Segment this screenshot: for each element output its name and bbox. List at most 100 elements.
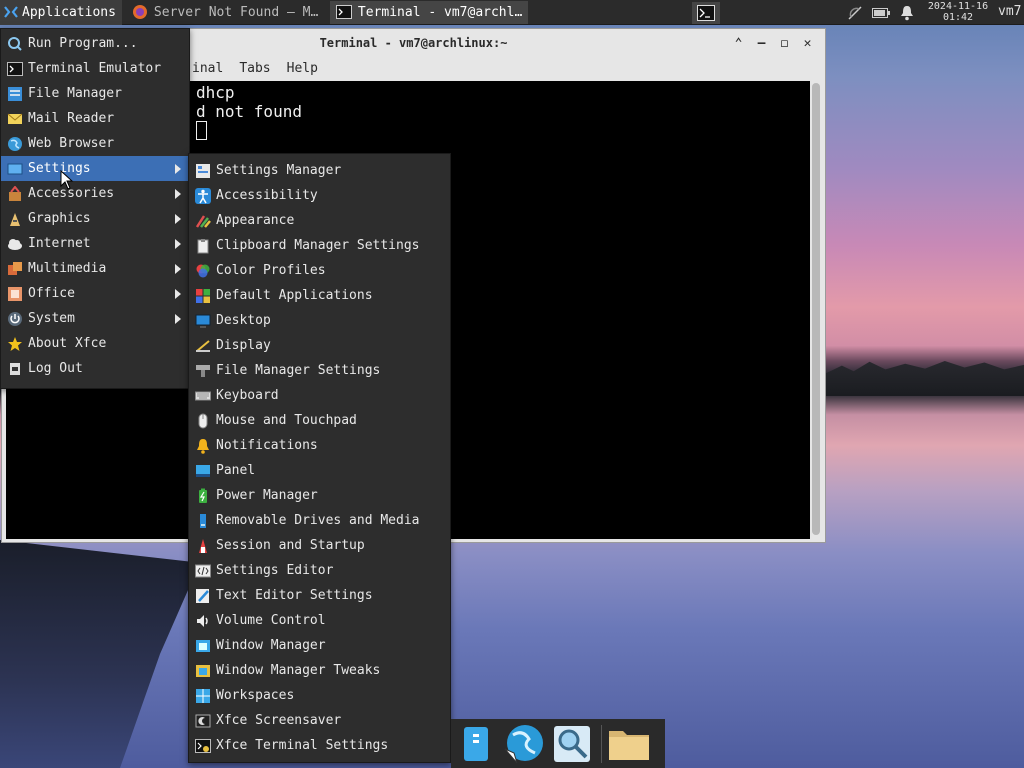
submenu-item-keyboard[interactable]: Keyboard: [189, 383, 450, 408]
submenu-item-window-manager[interactable]: Window Manager: [189, 633, 450, 658]
submenu-item-volume-control[interactable]: Volume Control: [189, 608, 450, 633]
submenu-item-notifications[interactable]: Notifications: [189, 433, 450, 458]
mouse-pointer-icon: [60, 170, 74, 190]
window-controls: ⌃ – ◻ ✕: [727, 34, 819, 52]
submenu-item-xfce-terminal-settings[interactable]: Xfce Terminal Settings: [189, 733, 450, 758]
menu-item-system[interactable]: System: [1, 306, 189, 331]
submenu-item-appearance[interactable]: Appearance: [189, 208, 450, 233]
user-menu[interactable]: vm7: [998, 4, 1021, 19]
close-icon[interactable]: ✕: [796, 34, 819, 52]
battery-icon: [195, 488, 211, 504]
terminal-cursor: [196, 121, 810, 140]
menu-item-log-out[interactable]: Log Out: [1, 356, 189, 381]
window-manager-icon: [195, 638, 211, 654]
panel-clock[interactable]: 2024-11-16 01:42: [924, 1, 992, 23]
terminal-icon: [335, 5, 352, 19]
menu-item-label: Color Profiles: [216, 263, 326, 278]
workspaces-icon: [195, 688, 211, 704]
menu-terminal[interactable]: inal: [192, 61, 223, 76]
menu-item-terminal-emulator[interactable]: Terminal Emulator: [1, 56, 189, 81]
menu-item-file-manager[interactable]: File Manager: [1, 81, 189, 106]
taskbar-item-label: Terminal - vm7@archl…: [357, 4, 523, 20]
submenu-item-clipboard-manager-settings[interactable]: Clipboard Manager Settings: [189, 233, 450, 258]
menu-item-label: Display: [216, 338, 271, 353]
menu-item-label: File Manager: [28, 86, 122, 101]
submenu-item-session-and-startup[interactable]: Session and Startup: [189, 533, 450, 558]
battery-icon[interactable]: [872, 4, 890, 22]
menu-item-label: Xfce Screensaver: [216, 713, 342, 728]
xfce-logo-icon: [4, 6, 18, 18]
run-icon: [7, 36, 23, 52]
submenu-item-text-editor-settings[interactable]: Text Editor Settings: [189, 583, 450, 608]
terminal-scrollbar[interactable]: [812, 83, 820, 535]
terminal-settings-icon: [195, 738, 211, 754]
submenu-item-window-manager-tweaks[interactable]: Window Manager Tweaks: [189, 658, 450, 683]
menu-item-label: Session and Startup: [216, 538, 365, 553]
menu-item-multimedia[interactable]: Multimedia: [1, 256, 189, 281]
terminal-icon: [697, 4, 715, 21]
submenu-item-color-profiles[interactable]: Color Profiles: [189, 258, 450, 283]
menu-item-label: Notifications: [216, 438, 318, 453]
menu-item-label: Removable Drives and Media: [216, 513, 420, 528]
web-browser-icon: [7, 136, 23, 152]
menu-item-label: Volume Control: [216, 613, 326, 628]
menu-item-graphics[interactable]: Graphics: [1, 206, 189, 231]
notifications-bell-icon[interactable]: [898, 4, 916, 22]
submenu-item-display[interactable]: Display: [189, 333, 450, 358]
minimize-icon[interactable]: –: [750, 34, 773, 52]
submenu-item-settings-manager[interactable]: Settings Manager: [189, 158, 450, 183]
menu-item-accessories[interactable]: Accessories: [1, 181, 189, 206]
menu-item-label: System: [28, 311, 75, 326]
bell-icon: [195, 438, 211, 454]
network-disconnected-icon[interactable]: [846, 4, 864, 22]
menu-item-run-program[interactable]: Run Program...: [1, 31, 189, 56]
menu-item-label: Panel: [216, 463, 256, 478]
menu-help[interactable]: Help: [287, 61, 318, 76]
menu-item-label: Web Browser: [28, 136, 115, 151]
terminal-launcher[interactable]: [692, 1, 720, 24]
menu-item-label: Internet: [28, 236, 91, 251]
submenu-item-panel[interactable]: Panel: [189, 458, 450, 483]
desktop-icon: [195, 313, 211, 329]
submenu-arrow-icon: [175, 239, 181, 249]
menu-item-label: Text Editor Settings: [216, 588, 373, 603]
menu-item-label: Desktop: [216, 313, 271, 328]
chevron-up-icon[interactable]: ⌃: [727, 34, 750, 52]
submenu-arrow-icon: [175, 189, 181, 199]
menu-tabs[interactable]: Tabs: [239, 61, 270, 76]
submenu-item-default-applications[interactable]: Default Applications: [189, 283, 450, 308]
menu-item-office[interactable]: Office: [1, 281, 189, 306]
menu-item-internet[interactable]: Internet: [1, 231, 189, 256]
mouse-icon: [195, 413, 211, 429]
submenu-item-mouse-and-touchpad[interactable]: Mouse and Touchpad: [189, 408, 450, 433]
submenu-item-file-manager-settings[interactable]: File Manager Settings: [189, 358, 450, 383]
submenu-item-workspaces[interactable]: Workspaces: [189, 683, 450, 708]
menu-item-label: File Manager Settings: [216, 363, 381, 378]
submenu-item-desktop[interactable]: Desktop: [189, 308, 450, 333]
dock-item-removable-drive[interactable]: [453, 721, 499, 767]
menu-item-label: Workspaces: [216, 688, 295, 703]
taskbar-item-browser[interactable]: Server Not Found — M…: [126, 1, 326, 24]
top-panel: Applications Server Not Found — M… Termi…: [0, 0, 1024, 25]
file-manager-icon: [7, 86, 23, 102]
dock-item-search[interactable]: [549, 721, 595, 767]
menu-item-label: About Xfce: [28, 336, 107, 351]
menu-item-mail-reader[interactable]: Mail Reader: [1, 106, 189, 131]
submenu-item-removable-drives-and-media[interactable]: Removable Drives and Media: [189, 508, 450, 533]
menu-item-web-browser[interactable]: Web Browser: [1, 131, 189, 156]
dock-item-web-browser[interactable]: [501, 721, 547, 767]
menu-item-settings[interactable]: Settings: [1, 156, 189, 181]
maximize-icon[interactable]: ◻: [773, 34, 796, 52]
submenu-arrow-icon: [175, 314, 181, 324]
submenu-item-settings-editor[interactable]: Settings Editor: [189, 558, 450, 583]
submenu-item-accessibility[interactable]: Accessibility: [189, 183, 450, 208]
submenu-item-xfce-screensaver[interactable]: Xfce Screensaver: [189, 708, 450, 733]
settings-icon: [7, 161, 23, 177]
dock-item-file-manager[interactable]: [606, 721, 652, 767]
submenu-item-power-manager[interactable]: Power Manager: [189, 483, 450, 508]
keyboard-icon: [195, 388, 211, 404]
menu-item-about-xfce[interactable]: About Xfce: [1, 331, 189, 356]
folder-icon: [609, 730, 649, 760]
taskbar-item-terminal[interactable]: Terminal - vm7@archl…: [329, 0, 528, 24]
applications-menu-button[interactable]: Applications: [0, 0, 122, 25]
